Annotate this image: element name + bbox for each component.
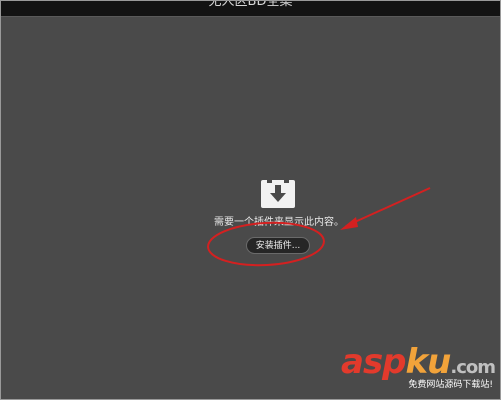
watermark-brand-part2: ku: [405, 342, 452, 382]
install-plugin-button[interactable]: 安装插件...: [246, 237, 310, 254]
watermark-brand-suffix: .com: [450, 357, 496, 378]
plugin-required-message: 需要一个插件来显示此内容。: [214, 217, 344, 228]
watermark-brand-part1: asp: [341, 342, 407, 382]
plugin-download-icon: [261, 180, 295, 208]
site-watermark: aspku.com 免费网站源码下载站!: [320, 342, 496, 394]
watermark-tagline: 免费网站源码下载站!: [408, 380, 493, 390]
browser-window: 无人区BD全集 需要一个插件来显示此内容。 安装插件...: [0, 0, 501, 400]
window-title: 无人区BD全集: [208, 0, 293, 9]
title-bar: 无人区BD全集: [1, 1, 500, 17]
